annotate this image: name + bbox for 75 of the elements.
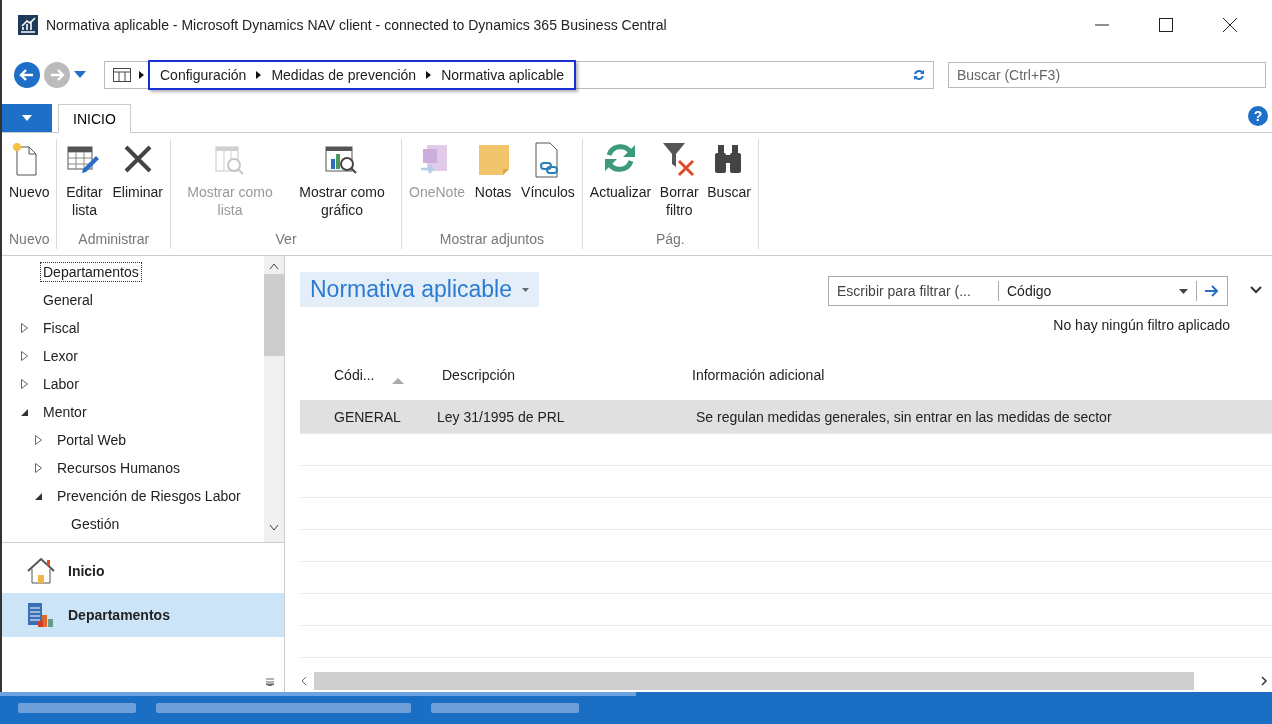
breadcrumb-separator-icon bbox=[426, 71, 432, 79]
column-header[interactable]: Descripción bbox=[442, 367, 516, 383]
tree-item[interactable]: Gestión bbox=[68, 514, 123, 534]
ribbon-button[interactable]: Mostrar como gráfico bbox=[287, 139, 398, 231]
filter-status: No hay ningún filtro aplicado bbox=[1053, 317, 1230, 333]
column-header[interactable]: Información adicional bbox=[692, 367, 825, 383]
horizontal-scrollbar[interactable] bbox=[314, 672, 1194, 690]
tree-item[interactable]: Mentor bbox=[40, 402, 90, 422]
caret-icon bbox=[22, 115, 32, 121]
breadcrumb-separator-icon bbox=[139, 71, 144, 79]
collapsed-triangle-icon[interactable] bbox=[20, 379, 28, 389]
ribbon-group-label: Nuevo bbox=[8, 231, 51, 249]
ribbon-group-label: Administrar bbox=[77, 231, 151, 249]
ribbon-button[interactable]: Buscar bbox=[704, 139, 754, 231]
refresh-icon[interactable] bbox=[913, 69, 925, 81]
caret-icon bbox=[522, 287, 529, 292]
collapsed-triangle-icon[interactable] bbox=[20, 323, 28, 333]
collapsed-triangle-icon[interactable] bbox=[34, 435, 42, 445]
filter-control[interactable]: Escribir para filtrar (... Código bbox=[828, 276, 1228, 306]
tree-item[interactable]: Lexor bbox=[40, 346, 82, 366]
table-icon[interactable] bbox=[113, 68, 131, 82]
ribbon-button[interactable]: Eliminar bbox=[109, 139, 167, 231]
navigation-button[interactable]: Inicio bbox=[2, 549, 284, 593]
tree-item[interactable]: Prevención de Riesgos Labor bbox=[54, 486, 244, 506]
window-title: Normativa aplicable - Microsoft Dynamics NAV client - connected to Dynamics 365 Business Central bbox=[46, 17, 668, 33]
table-cell: GENERAL bbox=[334, 408, 401, 425]
tree-item[interactable]: Labor bbox=[40, 374, 82, 394]
page-title[interactable]: Normativa aplicable bbox=[300, 272, 539, 307]
building-chart-icon bbox=[26, 601, 56, 629]
tree-item[interactable]: Portal Web bbox=[54, 430, 129, 450]
scroll-left-icon[interactable] bbox=[300, 676, 308, 686]
ribbon-button[interactable]: Nuevo bbox=[6, 139, 53, 231]
maximize-icon[interactable] bbox=[1159, 18, 1173, 32]
arrow-right-icon bbox=[1205, 285, 1219, 297]
scrollbar[interactable] bbox=[264, 256, 284, 542]
expanded-triangle-icon[interactable] bbox=[34, 492, 42, 500]
dropdown-caret-icon bbox=[1179, 288, 1188, 294]
dropdown-caret-icon[interactable] bbox=[74, 71, 86, 79]
overflow-menu-icon[interactable] bbox=[266, 678, 274, 686]
tree-item[interactable]: Departamentos bbox=[40, 262, 142, 282]
expanded-triangle-icon[interactable] bbox=[20, 408, 28, 416]
ribbon-tab[interactable]: INICIO bbox=[58, 104, 131, 133]
house-icon bbox=[26, 557, 56, 585]
ribbon-group-label: Mostrar adjuntos bbox=[438, 231, 546, 249]
tree-item[interactable]: Fiscal bbox=[40, 318, 83, 338]
ribbon-button[interactable]: Actualizar bbox=[586, 139, 655, 231]
ribbon-button[interactable]: Vínculos bbox=[518, 139, 578, 231]
tree-item[interactable]: General bbox=[40, 290, 96, 310]
column-header[interactable]: Códi... bbox=[334, 367, 375, 383]
table-cell: Se regulan medidas generales, sin entrar en las medidas de sector bbox=[696, 408, 1112, 425]
search-field[interactable]: Buscar (Ctrl+F3) bbox=[948, 62, 1266, 88]
breadcrumb-link[interactable]: Normativa aplicable bbox=[441, 67, 565, 83]
collapsed-triangle-icon[interactable] bbox=[34, 463, 42, 473]
ribbon-group-label: Ver bbox=[274, 231, 298, 249]
chevron-down-icon[interactable] bbox=[1250, 286, 1262, 294]
tree-item[interactable]: Recursos Humanos bbox=[54, 458, 183, 478]
scroll-up-icon[interactable] bbox=[269, 262, 279, 270]
ribbon-menu-button[interactable] bbox=[2, 104, 52, 132]
ribbon-button[interactable]: Borrar filtro bbox=[656, 139, 703, 231]
table-cell: Ley 31/1995 de PRL bbox=[437, 408, 565, 425]
help-button[interactable]: ? bbox=[1248, 106, 1268, 126]
back-icon[interactable] bbox=[14, 62, 40, 88]
close-icon[interactable] bbox=[1223, 18, 1237, 32]
breadcrumb-link[interactable]: Configuración bbox=[160, 67, 247, 83]
ribbon-button[interactable]: Editar lista bbox=[61, 139, 108, 231]
breadcrumb-link[interactable]: Medidas de prevención bbox=[271, 67, 417, 83]
app-logo-icon bbox=[18, 15, 38, 35]
collapsed-triangle-icon[interactable] bbox=[20, 351, 28, 361]
table-row[interactable]: GENERAL Ley 31/1995 de PRL Se regulan medidas generales, sin entrar en las medidas de sector bbox=[300, 400, 1272, 434]
navigation-button[interactable]: Departamentos bbox=[2, 593, 284, 637]
ribbon-group-label: Pág. bbox=[654, 231, 686, 249]
scroll-down-icon[interactable] bbox=[269, 524, 279, 532]
breadcrumb-separator-icon bbox=[256, 71, 262, 79]
scroll-right-icon[interactable] bbox=[1260, 676, 1268, 686]
ribbon-button[interactable]: Notas bbox=[470, 139, 517, 231]
